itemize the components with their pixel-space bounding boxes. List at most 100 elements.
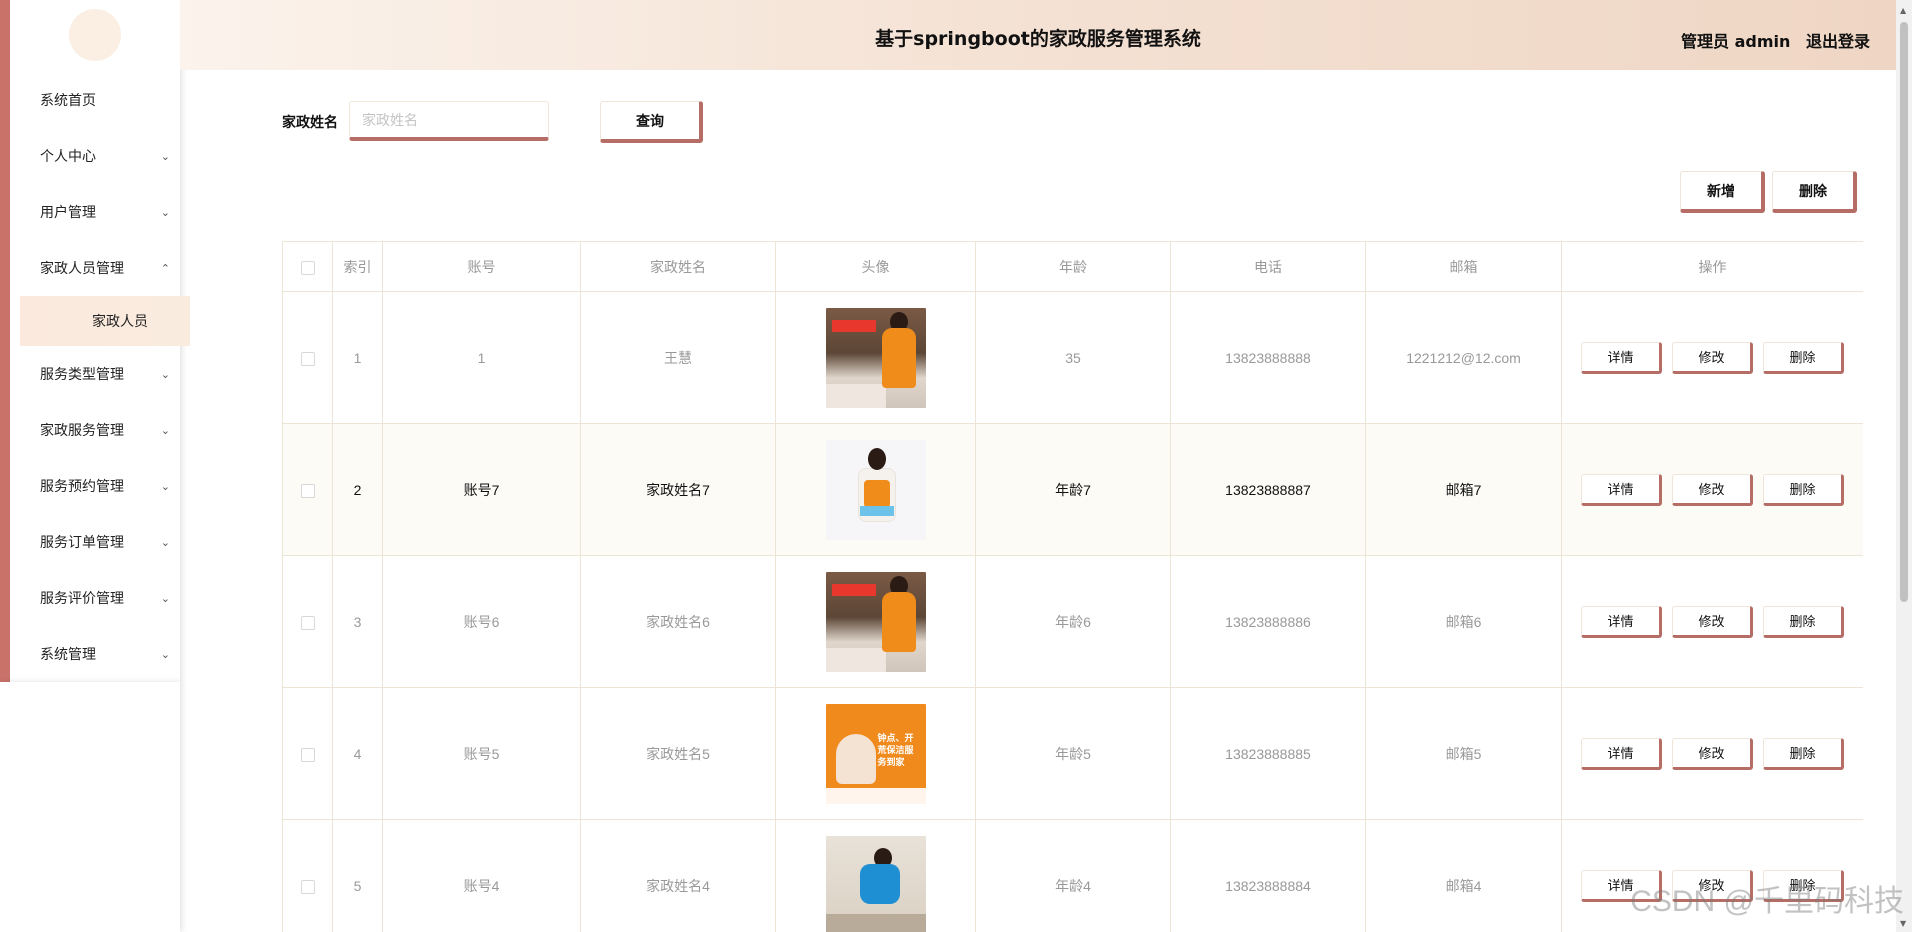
row-checkbox-cell <box>282 291 333 424</box>
sidebar-item-label: 家政人员管理 <box>40 261 124 277</box>
row-checkbox[interactable] <box>300 483 315 498</box>
delete-button[interactable]: 删除 <box>1772 171 1857 213</box>
cell-account: 账号4 <box>382 819 581 932</box>
row-checkbox-cell <box>282 687 333 820</box>
cell-account: 账号5 <box>382 687 581 820</box>
sidebar-item-home-service[interactable]: 家政服务管理 ⌄ <box>20 402 190 458</box>
cell-name: 家政姓名7 <box>580 423 776 556</box>
chevron-down-icon: ⌄ <box>160 591 170 605</box>
header-email: 邮箱 <box>1365 241 1562 292</box>
photo-ad-text: 钟点、开荒保洁服务到家 <box>877 732 914 767</box>
cell-email: 邮箱4 <box>1365 819 1562 932</box>
user-label: 管理员 admin <box>1681 32 1791 51</box>
cell-photo <box>775 291 976 424</box>
header-account: 账号 <box>382 241 581 292</box>
sidebar-item-reservation[interactable]: 服务预约管理 ⌄ <box>20 458 190 514</box>
cell-email: 邮箱6 <box>1365 555 1562 688</box>
header-name: 家政姓名 <box>580 241 776 292</box>
row-delete-button[interactable]: 删除 <box>1763 341 1844 374</box>
row-checkbox[interactable] <box>300 879 315 894</box>
photo-element <box>835 733 876 784</box>
header-select-all[interactable] <box>282 241 333 292</box>
sidebar-subitem-staff[interactable]: 家政人员 <box>20 296 190 346</box>
photo-element <box>859 505 894 516</box>
edit-button[interactable]: 修改 <box>1672 605 1753 638</box>
photo-element <box>825 383 886 408</box>
sidebar-item-orders[interactable]: 服务订单管理 ⌄ <box>20 514 190 570</box>
cell-name: 家政姓名5 <box>580 687 776 820</box>
header-age: 年龄 <box>975 241 1171 292</box>
photo-element <box>881 591 916 652</box>
row-checkbox[interactable] <box>300 615 315 630</box>
sidebar-item-label: 家政服务管理 <box>40 423 124 439</box>
sidebar-item-label: 服务预约管理 <box>40 479 124 495</box>
sidebar-item-system[interactable]: 系统管理 ⌄ <box>20 626 190 682</box>
page-title: 基于springboot的家政服务管理系统 <box>875 28 1201 50</box>
search-input[interactable] <box>349 101 549 141</box>
sidebar-item-label: 家政人员 <box>92 314 148 330</box>
logout-link[interactable]: 退出登录 <box>1806 32 1870 51</box>
avatar-photo <box>825 571 926 672</box>
avatar-photo <box>825 835 926 932</box>
sidebar-item-home[interactable]: 系统首页 <box>20 72 190 128</box>
watermark: CSDN @千里码科技 <box>1630 885 1904 918</box>
sidebar: 系统首页 个人中心 ⌄ 用户管理 ⌄ 家政人员管理 ⌃ 家政人员 服务类型管理 … <box>0 0 190 682</box>
detail-button[interactable]: 详情 <box>1581 605 1662 638</box>
edit-button[interactable]: 修改 <box>1672 473 1753 506</box>
query-button[interactable]: 查询 <box>600 101 703 143</box>
table-row: 2 账号7 家政姓名7 年龄7 13823888887 邮箱7 详情 修改 删除 <box>282 423 1863 556</box>
cell-age: 年龄4 <box>975 819 1171 932</box>
checkbox[interactable] <box>300 260 315 275</box>
sidebar-item-label: 用户管理 <box>40 205 96 221</box>
sidebar-item-reviews[interactable]: 服务评价管理 ⌄ <box>20 570 190 626</box>
add-button[interactable]: 新增 <box>1680 171 1765 213</box>
scroll-down-arrow-icon[interactable]: ▼ <box>1900 919 1906 928</box>
search-label: 家政姓名 <box>282 115 338 131</box>
header-actions: 操作 <box>1561 241 1863 292</box>
sidebar-item-personal-center[interactable]: 个人中心 ⌄ <box>20 128 190 184</box>
row-delete-button[interactable]: 删除 <box>1763 473 1844 506</box>
cell-phone: 13823888884 <box>1170 819 1366 932</box>
photo-tag <box>831 583 876 596</box>
sidebar-item-user-management[interactable]: 用户管理 ⌄ <box>20 184 190 240</box>
row-checkbox[interactable] <box>300 351 315 366</box>
chevron-up-icon: ⌃ <box>160 261 170 275</box>
sidebar-item-service-type[interactable]: 服务类型管理 ⌄ <box>20 346 190 402</box>
detail-button[interactable]: 详情 <box>1581 341 1662 374</box>
detail-button[interactable]: 详情 <box>1581 473 1662 506</box>
photo-element <box>881 327 916 388</box>
cell-index: 5 <box>332 819 383 932</box>
sidebar-item-staff-management[interactable]: 家政人员管理 ⌃ <box>20 240 190 296</box>
row-delete-button[interactable]: 删除 <box>1763 605 1844 638</box>
table-row: 5 账号4 家政姓名4 年龄4 13823888884 邮箱4 详情 修改 删除 <box>282 819 1863 932</box>
photo-element <box>825 787 926 804</box>
edit-button[interactable]: 修改 <box>1672 737 1753 770</box>
photo-element <box>867 447 886 470</box>
cell-index: 3 <box>332 555 383 688</box>
sidebar-item-label: 服务类型管理 <box>40 367 124 383</box>
chevron-down-icon: ⌄ <box>160 367 170 381</box>
row-delete-button[interactable]: 删除 <box>1763 737 1844 770</box>
table-row: 1 1 王慧 35 13823888888 1221212@12.com 详情 … <box>282 291 1863 424</box>
cell-age: 年龄5 <box>975 687 1171 820</box>
detail-button[interactable]: 详情 <box>1581 737 1662 770</box>
scrollbar-thumb[interactable] <box>1900 22 1908 602</box>
header-user-area: 管理员 admin 退出登录 <box>1681 28 1870 52</box>
data-table-container: 索引 账号 家政姓名 头像 年龄 电话 邮箱 操作 1 1 王慧 35 1382… <box>282 241 1863 932</box>
chevron-down-icon: ⌄ <box>160 423 170 437</box>
cell-name: 王慧 <box>580 291 776 424</box>
header: 基于springboot的家政服务管理系统 管理员 admin 退出登录 <box>180 0 1896 70</box>
row-checkbox-cell <box>282 423 333 556</box>
sidebar-item-label: 服务订单管理 <box>40 535 124 551</box>
row-checkbox[interactable] <box>300 747 315 762</box>
photo-element <box>825 647 886 672</box>
chevron-down-icon: ⌄ <box>160 479 170 493</box>
edit-button[interactable]: 修改 <box>1672 341 1753 374</box>
sidebar-item-label: 系统首页 <box>40 93 96 109</box>
photo-element <box>859 863 900 904</box>
data-table: 索引 账号 家政姓名 头像 年龄 电话 邮箱 操作 1 1 王慧 35 1382… <box>282 241 1863 932</box>
cell-actions: 详情 修改 删除 <box>1561 423 1863 556</box>
scroll-up-arrow-icon[interactable]: ▲ <box>1900 6 1906 15</box>
cell-index: 4 <box>332 687 383 820</box>
page-scrollbar[interactable]: ▲ ▼ <box>1896 0 1912 932</box>
